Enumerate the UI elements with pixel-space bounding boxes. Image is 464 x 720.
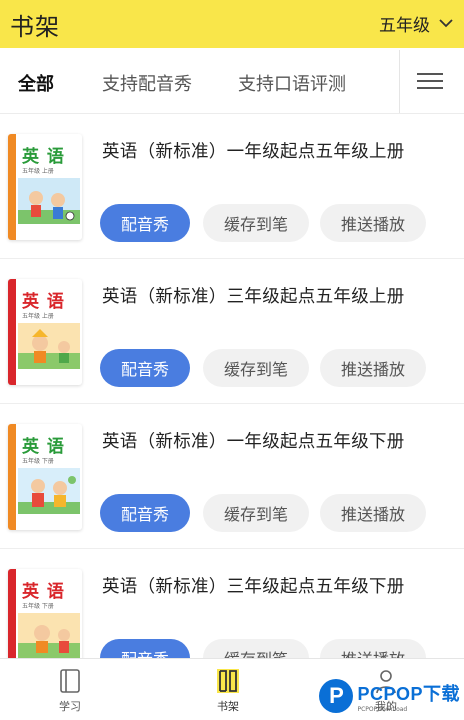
cover-illustration [18,178,80,224]
bookshelf-icon [217,669,239,693]
cover-spine [8,279,16,385]
book-cover: 英 语 五年级 下册 [8,569,82,658]
cover-spine [8,134,16,240]
nav-label-study: 学习 [59,700,81,713]
watermark-text: PCPOP下载 [357,683,460,704]
cover-subtitle: 五年级 上册 [22,313,54,320]
cover-title: 英 语 [22,582,65,602]
chevron-down-icon [439,19,453,28]
book-cover: 英 语 五年级 上册 [8,134,82,240]
watermark-logo: P PCPOP下载 PCPOP.download [319,676,460,716]
cache-to-pen-button[interactable]: 缓存到笔 [203,204,309,242]
cover-spine [8,569,16,658]
dubbing-show-button[interactable]: 配音秀 [100,349,190,387]
push-play-button[interactable]: 推送播放 [320,639,426,658]
book-list: 英 语 五年级 上册 英语（新标准）一年级起点五年级上册 配音秀 缓存到笔 推送… [0,114,464,658]
book-title[interactable]: 英语（新标准）一年级起点五年级下册 [102,428,405,453]
cover-subtitle: 五年级 下册 [22,458,54,465]
push-play-button[interactable]: 推送播放 [320,204,426,242]
dubbing-show-button[interactable]: 配音秀 [100,204,190,242]
book-cover: 英 语 五年级 上册 [8,279,82,385]
cache-to-pen-button[interactable]: 缓存到笔 [203,349,309,387]
page-title: 书架 [10,13,60,41]
nav-item-study[interactable]: 学习 [40,667,100,714]
cache-to-pen-button[interactable]: 缓存到笔 [203,494,309,532]
cover-illustration [18,613,80,658]
dubbing-show-button[interactable]: 配音秀 [100,494,190,532]
book-title[interactable]: 英语（新标准）三年级起点五年级上册 [102,283,405,308]
cover-spine [8,424,16,530]
watermark-subtext: PCPOP.download [357,705,408,713]
watermark-logo-badge: P [319,679,354,713]
push-play-button[interactable]: 推送播放 [320,494,426,532]
tab-divider [399,50,400,113]
list-item[interactable]: 英 语 五年级 上册 英语（新标准）三年级起点五年级上册 配音秀 缓存到笔 推送… [0,259,464,404]
cover-illustration [18,468,80,514]
push-play-button[interactable]: 推送播放 [320,349,426,387]
hamburger-menu-icon[interactable] [412,68,448,96]
list-item[interactable]: 英 语 五年级 下册 英语（新标准）三年级起点五年级下册 配音秀 缓存到笔 推送… [0,549,464,658]
grade-selector-label: 五年级 [379,15,430,36]
tab-oral-evaluation[interactable]: 支持口语评测 [238,70,346,96]
list-item[interactable]: 英 语 五年级 上册 英语（新标准）一年级起点五年级上册 配音秀 缓存到笔 推送… [0,114,464,259]
cover-subtitle: 五年级 上册 [22,168,54,175]
book-title[interactable]: 英语（新标准）一年级起点五年级上册 [102,138,405,163]
book-cover: 英 语 五年级 下册 [8,424,82,530]
cover-title: 英 语 [22,147,65,167]
dubbing-show-button[interactable]: 配音秀 [100,639,190,658]
cover-title: 英 语 [22,437,65,457]
tab-all[interactable]: 全部 [18,70,54,96]
grade-selector[interactable]: 五年级 [379,10,454,36]
book-title[interactable]: 英语（新标准）三年级起点五年级下册 [102,573,405,598]
cover-subtitle: 五年级 下册 [22,603,54,610]
header-bar: 书架 五年级 [0,0,464,48]
cache-to-pen-button[interactable]: 缓存到笔 [203,639,309,658]
book-icon [60,669,80,693]
list-item[interactable]: 英 语 五年级 下册 英语（新标准）一年级起点五年级下册 配音秀 缓存到笔 推送… [0,404,464,549]
nav-label-bookshelf: 书架 [217,700,239,713]
tab-dubbing[interactable]: 支持配音秀 [102,70,192,96]
nav-item-bookshelf[interactable]: 书架 [198,667,258,714]
filter-tabs: 全部 支持配音秀 支持口语评测 [0,48,464,114]
cover-illustration [18,323,80,369]
cover-title: 英 语 [22,292,65,312]
